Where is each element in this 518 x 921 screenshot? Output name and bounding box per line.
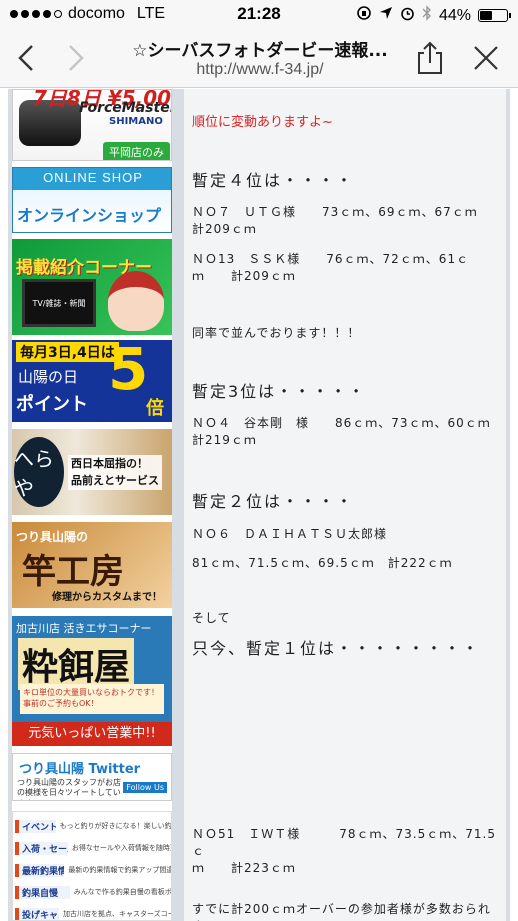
status-bar: docomo LTE 21:28 44%	[0, 0, 518, 30]
banner-text: 西日本屈指の！ 品前えとサービス	[68, 455, 162, 490]
banner-tag: 平岡店のみ	[103, 142, 170, 160]
footer-text: すでに計200ｃｍオーバーの参加者様が多数おられま	[192, 902, 491, 921]
banner-text: つり具山陽のスタッフがお店の模様を日々ツイートしています。	[17, 778, 121, 800]
menu-desc: 加古川店を拠点、キャスターズコーナーの紹介です	[62, 909, 171, 918]
back-button[interactable]	[6, 38, 46, 78]
tv-icon: TV/雑誌・新聞	[22, 279, 96, 327]
entry-line: ｍ 計223ｃｍ	[192, 861, 296, 876]
entry-line: 計219ｃｍ	[192, 433, 257, 448]
banner-line2: 品前えとサービス	[71, 473, 159, 487]
banner-main: オンラインショップ	[17, 206, 162, 225]
banner-title: つり具山陽の	[16, 530, 89, 544]
close-button[interactable]	[466, 38, 506, 78]
rank3-heading: 暫定3位は・・・・・	[192, 382, 367, 401]
banner-mid: 山陽の日	[18, 368, 79, 386]
article-body: 順位に変動ありますよ~ 暫定４位は・・・・ ＮＯ７ ＵＴＧ様 73ｃｍ、69ｃｍ…	[184, 89, 506, 921]
rank3-entry: ＮＯ４ 谷本剛 様 86ｃｍ、73ｃｍ、60ｃｍ 計219ｃｍ	[192, 415, 500, 449]
banner-line1: 西日本屈指の！	[71, 457, 148, 470]
banner-maker: SHIMANO	[109, 116, 163, 127]
share-button[interactable]	[410, 38, 450, 78]
banner-suffix: 倍	[146, 398, 164, 419]
rank1-entry: ＮＯ51 ＩＷＴ様 78ｃｍ、73.5ｃｍ、71.5ｃ ｍ 計223ｃｍ	[192, 826, 500, 877]
rank2-heading: 暫定２位は・・・・	[192, 492, 355, 511]
battery-percent: 44%	[438, 6, 471, 24]
location-icon	[379, 6, 393, 25]
entry-line: ｍ 計209ｃｍ	[192, 269, 296, 284]
banner-bottom: ポイント	[16, 394, 88, 415]
banner-sub: 修理からカスタムまで！	[52, 592, 162, 603]
entry-line: ＮＯ７ ＵＴＧ様 73ｃｍ、69ｃｍ、67ｃｍ	[192, 205, 478, 219]
status-icons: 44%	[356, 5, 511, 26]
twitter-banner[interactable]: つり具山陽 Twitter つり具山陽のスタッフがお店の模様を日々ツイートしてい…	[12, 753, 172, 801]
menu-desc: 最新の釣果情報で釣果アップ間違いなし！	[68, 865, 171, 874]
menu-item-catch-report[interactable]: 最新釣果情報 最新の釣果情報で釣果アップ間違いなし！	[15, 860, 171, 880]
rank4-heading: 暫定４位は・・・・	[192, 171, 355, 190]
rank2-entry-sizes: 81ｃｍ、71.5ｃｍ、69.5ｃｍ 計222ｃｍ	[192, 556, 453, 570]
menu-desc: みんなで作る釣果自慢の看板ボード	[73, 887, 171, 896]
live-bait-banner[interactable]: 加古川店 活きエサコーナー 粋餌屋 キロ単位の大量買いならおトクです！ 事前のご…	[12, 616, 172, 746]
menu-item-casters[interactable]: 投げキャスターズ 加古川店を拠点、キャスターズコーナーの紹介です	[15, 904, 171, 920]
banner-big-number: 5	[108, 340, 149, 403]
notice-text: 順位に変動ありますよ~	[192, 115, 333, 130]
entry-line: ＮＯ４ 谷本剛 様 86ｃｍ、73ｃｍ、60ｃｍ	[192, 416, 491, 430]
tie-note: 同率で並んでおります！！！	[192, 326, 361, 340]
then-text: そして	[192, 611, 231, 625]
share-icon	[418, 41, 442, 74]
banner-main: 粋餌屋	[18, 638, 135, 690]
rank1-heading: 只今、暫定１位は・・・・・・・・	[192, 639, 481, 658]
menu-label: 入荷・セール情報	[15, 841, 68, 855]
mascot-image	[108, 271, 164, 331]
entry-line: 計209ｃｍ	[192, 222, 257, 237]
page-url[interactable]: http://www.f-34.jp/	[110, 61, 410, 79]
banner-board: キロ単位の大量買いならおトクです！ 事前のご予約もOK！	[20, 684, 164, 714]
menu-item-sales[interactable]: 入荷・セール情報 お得なセールや入荷情報を随時更新！	[15, 838, 171, 858]
close-icon	[474, 46, 498, 70]
menu-desc: お得なセールや入荷情報を随時更新！	[71, 843, 171, 852]
entry-line: ＮＯ13 ＳＳＫ様 76ｃｍ、72ｃｍ、61ｃ	[192, 252, 470, 266]
menu-label: イベント情報	[15, 819, 56, 833]
menu-label: 最新釣果情報	[15, 863, 65, 877]
rod-workshop-banner[interactable]: つり具山陽の 竿工房 修理からカスタムまで！	[12, 522, 172, 608]
rank4-entry-b: ＮＯ13 ＳＳＫ様 76ｃｍ、72ｃｍ、61ｃ ｍ 計209ｃｍ	[192, 251, 500, 285]
entry-line: ＮＯ51 ＩＷＴ様 78ｃｍ、73.5ｃｍ、71.5ｃ	[192, 827, 496, 859]
banner-bottom: 元気いっぱい営業中!!	[12, 722, 172, 746]
banner-heading: ONLINE SHOP	[43, 170, 143, 185]
forward-button[interactable]	[56, 38, 96, 78]
bluetooth-icon	[422, 5, 432, 26]
banner-main: 竿工房	[22, 552, 124, 592]
forcemaster-banner[interactable]: 7日8日 ¥5,000 ForceMaster SHIMANO 平岡店のみ	[12, 89, 172, 161]
page-title: ☆シーバスフォトダービー速報...	[132, 41, 388, 61]
menu-item-events[interactable]: イベント情報 もっと釣りが好きになる！楽しい釣りイベント続々開催！	[15, 816, 171, 836]
info-menu: イベント情報 もっと釣りが好きになる！楽しい釣りイベント続々開催！ 入荷・セール…	[12, 811, 172, 921]
web-page[interactable]: 7日8日 ¥5,000 ForceMaster SHIMANO 平岡店のみ ON…	[0, 89, 518, 921]
online-shop-banner[interactable]: ONLINE SHOP オンラインショップ	[12, 167, 172, 233]
chevron-left-icon	[18, 45, 33, 71]
browser-nav-bar: ☆シーバスフォトダービー速報... http://www.f-34.jp/	[0, 30, 518, 88]
banner-brand: ForceMaster	[79, 100, 172, 116]
menu-desc: もっと釣りが好きになる！楽しい釣りイベント続々開催！	[59, 821, 171, 830]
battery-level	[480, 11, 493, 20]
follow-button[interactable]: Follow Us	[123, 782, 167, 793]
rotation-lock-icon	[356, 5, 372, 26]
banner-top: 毎月3日,4日は	[16, 342, 119, 362]
menu-item-catch-boast[interactable]: 釣果自慢 みんなで作る釣果自慢の看板ボード	[15, 882, 171, 902]
twitter-logo: つり具山陽 Twitter	[19, 762, 141, 777]
sanyo-day-banner[interactable]: 毎月3日,4日は 山陽の日 ポイント 5 倍	[12, 340, 172, 422]
alarm-icon	[400, 6, 415, 26]
menu-label: 投げキャスターズ	[15, 907, 59, 920]
battery-icon	[478, 9, 511, 22]
heraya-logo: へらや	[14, 437, 64, 507]
rank2-entry-name: ＮＯ６ ＤＡＩＨＡＴＳＵ太郎様	[192, 527, 388, 541]
board-line1: キロ単位の大量買いならおトクです！	[23, 688, 159, 697]
sidebar: 7日8日 ¥5,000 ForceMaster SHIMANO 平岡店のみ ON…	[12, 89, 172, 921]
menu-label: 釣果自慢	[15, 885, 70, 899]
banner-top: 加古川店 活きエサコーナー	[16, 622, 152, 635]
board-line2: 事前のご予約もOK！	[23, 699, 99, 709]
heraya-banner[interactable]: へらや 西日本屈指の！ 品前えとサービス	[12, 429, 172, 515]
rank4-entry-a: ＮＯ７ ＵＴＧ様 73ｃｍ、69ｃｍ、67ｃｍ 計209ｃｍ	[192, 204, 500, 238]
media-corner-banner[interactable]: 掲載紹介コーナー TV/雑誌・新聞	[12, 239, 172, 335]
chevron-right-icon	[69, 45, 84, 71]
